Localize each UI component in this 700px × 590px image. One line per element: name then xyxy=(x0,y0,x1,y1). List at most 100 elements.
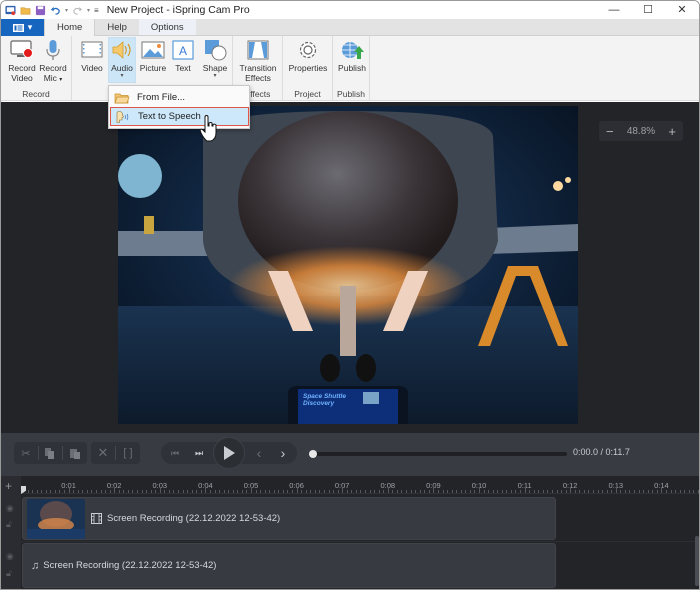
publish-globe-icon xyxy=(342,42,364,59)
tick-mark xyxy=(260,490,262,493)
tick-mark xyxy=(415,490,417,493)
picture-button[interactable]: Picture xyxy=(138,39,168,73)
tick-mark xyxy=(333,490,335,493)
visibility-eye-icon[interactable]: ◉ xyxy=(6,503,14,514)
sign-line-2: Discovery xyxy=(303,400,334,407)
tick-mark xyxy=(228,490,230,493)
tick-mark xyxy=(456,490,458,493)
music-note-icon: ♫ xyxy=(31,559,40,572)
split-button[interactable]: [ ] xyxy=(116,442,140,464)
tick-mark xyxy=(141,490,143,493)
transition-icon xyxy=(247,40,269,60)
transition-effects-button[interactable]: Transition Effects xyxy=(237,39,279,83)
tick-mark xyxy=(697,490,699,493)
tick-mark xyxy=(620,490,622,493)
close-button[interactable]: ✕ xyxy=(665,1,699,19)
redo-icon[interactable] xyxy=(72,5,83,16)
paste-button[interactable] xyxy=(63,442,87,464)
tick-mark xyxy=(150,490,152,493)
seek-bar[interactable] xyxy=(312,452,567,456)
tick-mark xyxy=(593,490,594,493)
tab-help[interactable]: Help xyxy=(95,19,139,35)
next-frame-button[interactable]: ⏭ xyxy=(187,442,211,464)
tick-mark xyxy=(196,490,198,493)
tick-mark xyxy=(50,490,52,493)
visibility-eye-icon[interactable]: ◉ xyxy=(6,551,14,562)
tick-mark xyxy=(647,490,649,493)
tick-mark xyxy=(164,490,166,493)
minimize-button[interactable]: — xyxy=(597,1,631,19)
tick-mark xyxy=(73,490,75,493)
record-video-button[interactable]: Record Video xyxy=(7,39,37,83)
redo-dropdown-icon[interactable]: ▾ xyxy=(87,7,90,14)
seek-handle[interactable] xyxy=(309,450,317,458)
timeline: + ◉ 🔓︎ ◉ 🔓︎ 0:01 0:02 0:03 0:04 0:05 0:06 0:07… xyxy=(1,476,699,589)
skip-forward-icon: ⏭ xyxy=(194,447,204,458)
tick-mark xyxy=(433,487,435,493)
publish-button[interactable]: Publish xyxy=(336,39,368,73)
play-button[interactable] xyxy=(213,437,245,469)
tab-options[interactable]: Options xyxy=(138,19,196,35)
lock-icon[interactable]: 🔓︎ xyxy=(6,519,12,530)
tick-mark xyxy=(314,490,316,493)
record-mic-button[interactable]: Record Mic ▾ xyxy=(38,39,68,85)
tab-home[interactable]: Home xyxy=(44,19,96,37)
video-track: Screen Recording (22.12.2022 12-53-42) xyxy=(21,494,699,542)
tick-mark xyxy=(27,490,29,493)
tick-mark xyxy=(688,490,690,493)
tick-mark xyxy=(205,487,207,493)
zoom-out-button[interactable]: − xyxy=(606,124,614,139)
tick-mark xyxy=(82,490,84,493)
tick-mark xyxy=(123,490,125,493)
tick-mark xyxy=(346,490,348,493)
undo-dropdown-icon[interactable]: ▾ xyxy=(65,7,68,14)
timeline-ruler[interactable]: 0:01 0:02 0:03 0:04 0:05 0:06 0:07 0:08 0:09 0:10… xyxy=(21,476,699,494)
tick-mark xyxy=(178,490,180,493)
close-icon: ✕ xyxy=(97,445,109,460)
tick-mark xyxy=(492,490,494,493)
tick-mark xyxy=(437,490,439,493)
audio-button[interactable]: Audio ▾ xyxy=(108,37,136,83)
zoom-level[interactable]: 48.8% xyxy=(627,126,655,137)
tick-mark xyxy=(214,490,216,493)
go-to-start-button[interactable]: ⏮ xyxy=(163,442,187,464)
maximize-button[interactable]: ☐ xyxy=(631,1,665,19)
file-menu-button[interactable]: ▾ xyxy=(1,19,44,36)
tick-mark xyxy=(118,490,120,493)
audio-clip[interactable]: ♫ Screen Recording (22.12.2022 12-53-42) xyxy=(22,543,556,588)
add-track-button[interactable]: + xyxy=(5,479,12,493)
video-button[interactable]: Video xyxy=(78,39,106,73)
tick-mark xyxy=(287,490,289,493)
film-icon xyxy=(81,41,103,58)
video-preview[interactable]: Space Shuttle Discovery xyxy=(118,106,578,424)
delete-button[interactable]: ✕ xyxy=(91,442,115,464)
zoom-in-button[interactable]: + xyxy=(668,124,676,139)
tick-mark xyxy=(579,490,581,493)
tick-mark xyxy=(292,490,294,493)
save-icon[interactable] xyxy=(35,5,46,16)
properties-button[interactable]: Properties xyxy=(286,39,330,73)
shape-button[interactable]: Shape ▾ xyxy=(200,39,230,79)
menu-item-text-to-speech[interactable]: Text to Speech xyxy=(110,107,249,126)
tick-mark xyxy=(643,490,645,493)
paste-icon xyxy=(70,448,81,459)
group-label-publish: Publish xyxy=(337,89,365,99)
lock-icon[interactable]: 🔓︎ xyxy=(6,568,12,579)
title-bar: ▾ ▾ ≡ New Project - iSpring Cam Pro — ☐ … xyxy=(1,1,699,19)
tick-mark xyxy=(510,490,512,493)
undo-icon[interactable] xyxy=(50,5,61,16)
tick-mark xyxy=(209,490,211,493)
text-button[interactable]: A Text xyxy=(170,39,196,73)
previous-button[interactable]: ‹ xyxy=(247,442,271,464)
customize-icon[interactable]: ≡ xyxy=(94,6,99,15)
copy-button[interactable] xyxy=(39,442,63,464)
next-button[interactable]: › xyxy=(271,442,295,464)
timeline-scrollbar[interactable] xyxy=(695,536,699,586)
menu-item-from-file[interactable]: From File... xyxy=(110,88,249,107)
video-clip[interactable]: Screen Recording (22.12.2022 12-53-42) xyxy=(22,497,556,540)
tick-mark xyxy=(479,487,480,493)
open-folder-icon[interactable] xyxy=(20,5,31,16)
cut-button[interactable]: ✂ xyxy=(14,442,38,464)
tick-mark xyxy=(191,490,193,493)
tick-mark xyxy=(64,490,66,493)
